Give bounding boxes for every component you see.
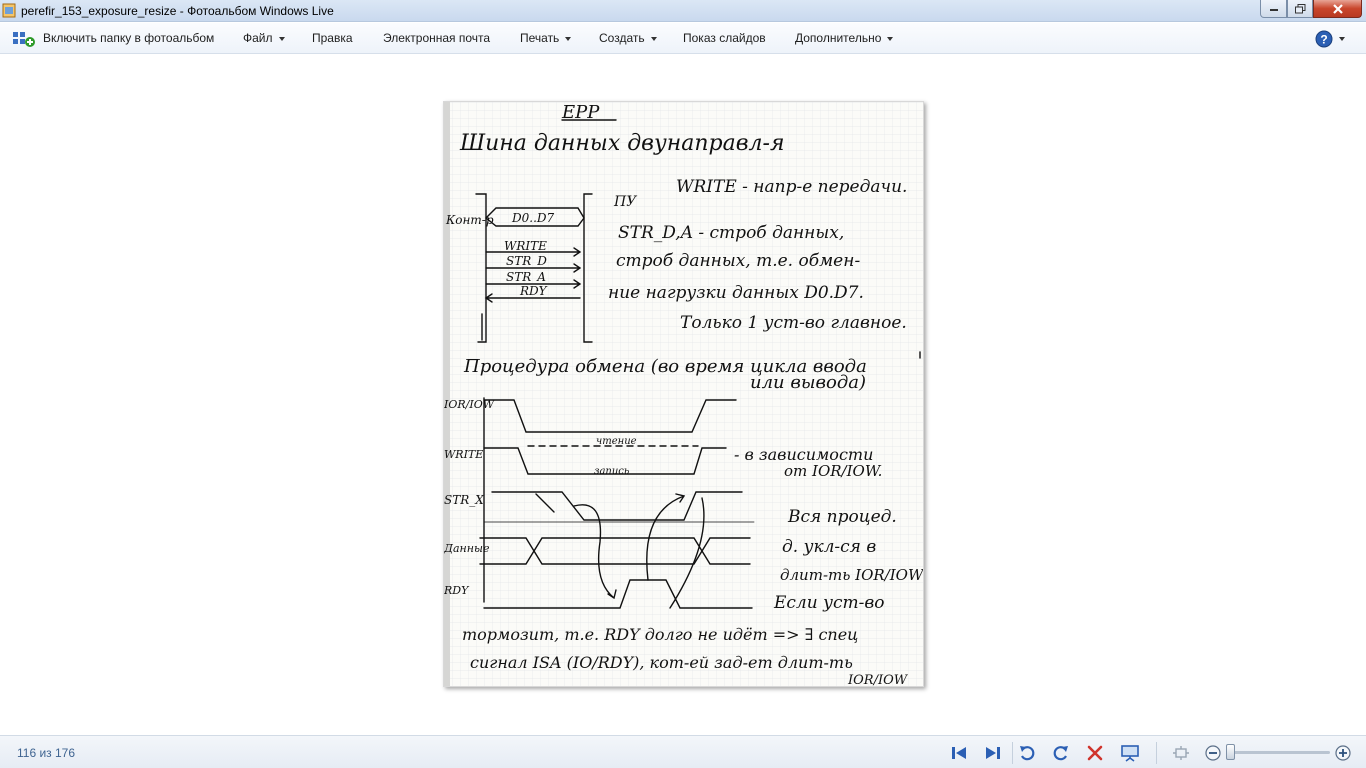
zoom-slider-thumb[interactable] [1226, 744, 1235, 760]
fit-button[interactable] [1171, 743, 1191, 763]
maximize-button[interactable] [1287, 0, 1313, 18]
chevron-down-icon [887, 36, 894, 41]
photo-note1: WRITE - напр-е передачи. [676, 177, 907, 197]
restore-icon [1294, 3, 1305, 13]
photo-dep2: от IOR/IOW. [784, 462, 882, 480]
window-title: perefir_153_exposure_resize - Фотоальбом… [21, 4, 334, 18]
photo-r4: Если уст-во [773, 593, 884, 613]
photo-note2: STR_D,A - строб данных, [618, 223, 844, 243]
menu-slideshow[interactable]: Показ слайдов [683, 31, 766, 45]
zoom-slider-track[interactable] [1230, 751, 1330, 754]
chevron-down-icon [565, 36, 572, 41]
photo-note5: Только 1 уст-во главное. [680, 313, 907, 333]
menu-file-label: Файл [243, 31, 273, 45]
include-folder-button[interactable]: Включить папку в фотоальбом [43, 31, 214, 45]
close-icon [1332, 3, 1343, 14]
menu-more-label: Дополнительно [795, 31, 882, 45]
photo-proc2: или вывода) [750, 372, 866, 393]
help-icon: ? [1315, 30, 1333, 48]
title-bar: perefir_153_exposure_resize - Фотоальбом… [0, 0, 1366, 22]
chevron-down-icon [278, 36, 285, 41]
zoom-in-icon [1335, 745, 1351, 761]
help-button[interactable]: ? [1315, 29, 1347, 49]
photo-view[interactable]: EPP Шина данных двунаправл-я Конт-р D0..… [443, 101, 924, 687]
photo-sig-rdy: RDY [519, 284, 548, 298]
rotate-right-button[interactable] [1051, 743, 1071, 763]
fit-icon [1173, 746, 1189, 760]
photo-t-rdy: RDY [444, 584, 470, 597]
delete-icon [1087, 745, 1103, 761]
menu-create[interactable]: Создать [599, 31, 657, 45]
skip-first-icon [952, 747, 966, 759]
photo-b3: IOR/IOW [847, 673, 909, 687]
rotate-right-icon [1053, 746, 1068, 761]
close-button[interactable] [1313, 0, 1362, 18]
photo-t-wr: запись [594, 466, 629, 477]
photo-t-write: WRITE [444, 448, 483, 461]
photo-r3: длит-ть IOR/IOW [780, 566, 924, 584]
include-folder-icon [13, 32, 35, 47]
menu-print[interactable]: Печать [520, 31, 572, 45]
photo-sig-strd: STR_D [506, 254, 547, 268]
photo-sig-write: WRITE [504, 239, 547, 253]
rotate-left-button[interactable] [1017, 743, 1037, 763]
minimize-button[interactable] [1260, 0, 1287, 18]
skip-next-icon [986, 747, 1000, 759]
photo-note3: строб данных, т.е. обмен- [616, 251, 860, 271]
previous-button[interactable] [949, 743, 969, 763]
photo-t-data: Данные [444, 542, 490, 555]
photo-r2: д. укл-ся в [782, 537, 876, 557]
photo-t-strx: STR_X [444, 493, 484, 507]
minimize-icon [1269, 8, 1278, 11]
photo-line1: Шина данных двунаправл-я [459, 131, 785, 156]
menu-more[interactable]: Дополнительно [795, 31, 894, 45]
photo-px-label: ПУ [613, 194, 637, 210]
bottom-toolbar: 116 из 176 [0, 735, 1366, 768]
photo-r1: Вся процед. [787, 507, 897, 527]
slideshow-button[interactable] [1120, 743, 1140, 763]
photo-b1: тормозит, т.е. RDY долго не идёт => ∃ сп… [462, 625, 858, 644]
photo-gallery-app-icon [2, 3, 16, 18]
notebook-photo: EPP Шина данных двунаправл-я Конт-р D0..… [444, 102, 924, 687]
svg-text:?: ? [1320, 33, 1327, 47]
zoom-out-button[interactable] [1203, 743, 1223, 763]
zoom-in-button[interactable] [1333, 743, 1353, 763]
toolbar-separator [1156, 742, 1157, 764]
photo-sig-stra: STR_A [506, 270, 546, 284]
delete-button[interactable] [1085, 743, 1105, 763]
menu-print-label: Печать [520, 31, 560, 45]
zoom-out-icon [1205, 745, 1221, 761]
menu-file[interactable]: Файл [243, 31, 285, 45]
photo-b2: сигнал ISA (IO/RDY), кот-ей зад-ет длит-… [470, 653, 853, 672]
photo-note4: ние нагрузки данных D0.D7. [608, 283, 864, 303]
toolbar-separator [1012, 742, 1013, 764]
menu-edit[interactable]: Правка [312, 31, 353, 45]
next-button[interactable] [983, 743, 1003, 763]
photo-counter: 116 из 176 [17, 746, 76, 760]
chevron-down-icon [650, 36, 657, 41]
photo-bus-label: D0..D7 [511, 211, 555, 225]
slideshow-icon [1121, 745, 1139, 762]
chevron-down-icon [1339, 37, 1345, 41]
menu-create-label: Создать [599, 31, 645, 45]
menu-email[interactable]: Электронная почта [383, 31, 490, 45]
rotate-left-icon [1020, 746, 1035, 761]
